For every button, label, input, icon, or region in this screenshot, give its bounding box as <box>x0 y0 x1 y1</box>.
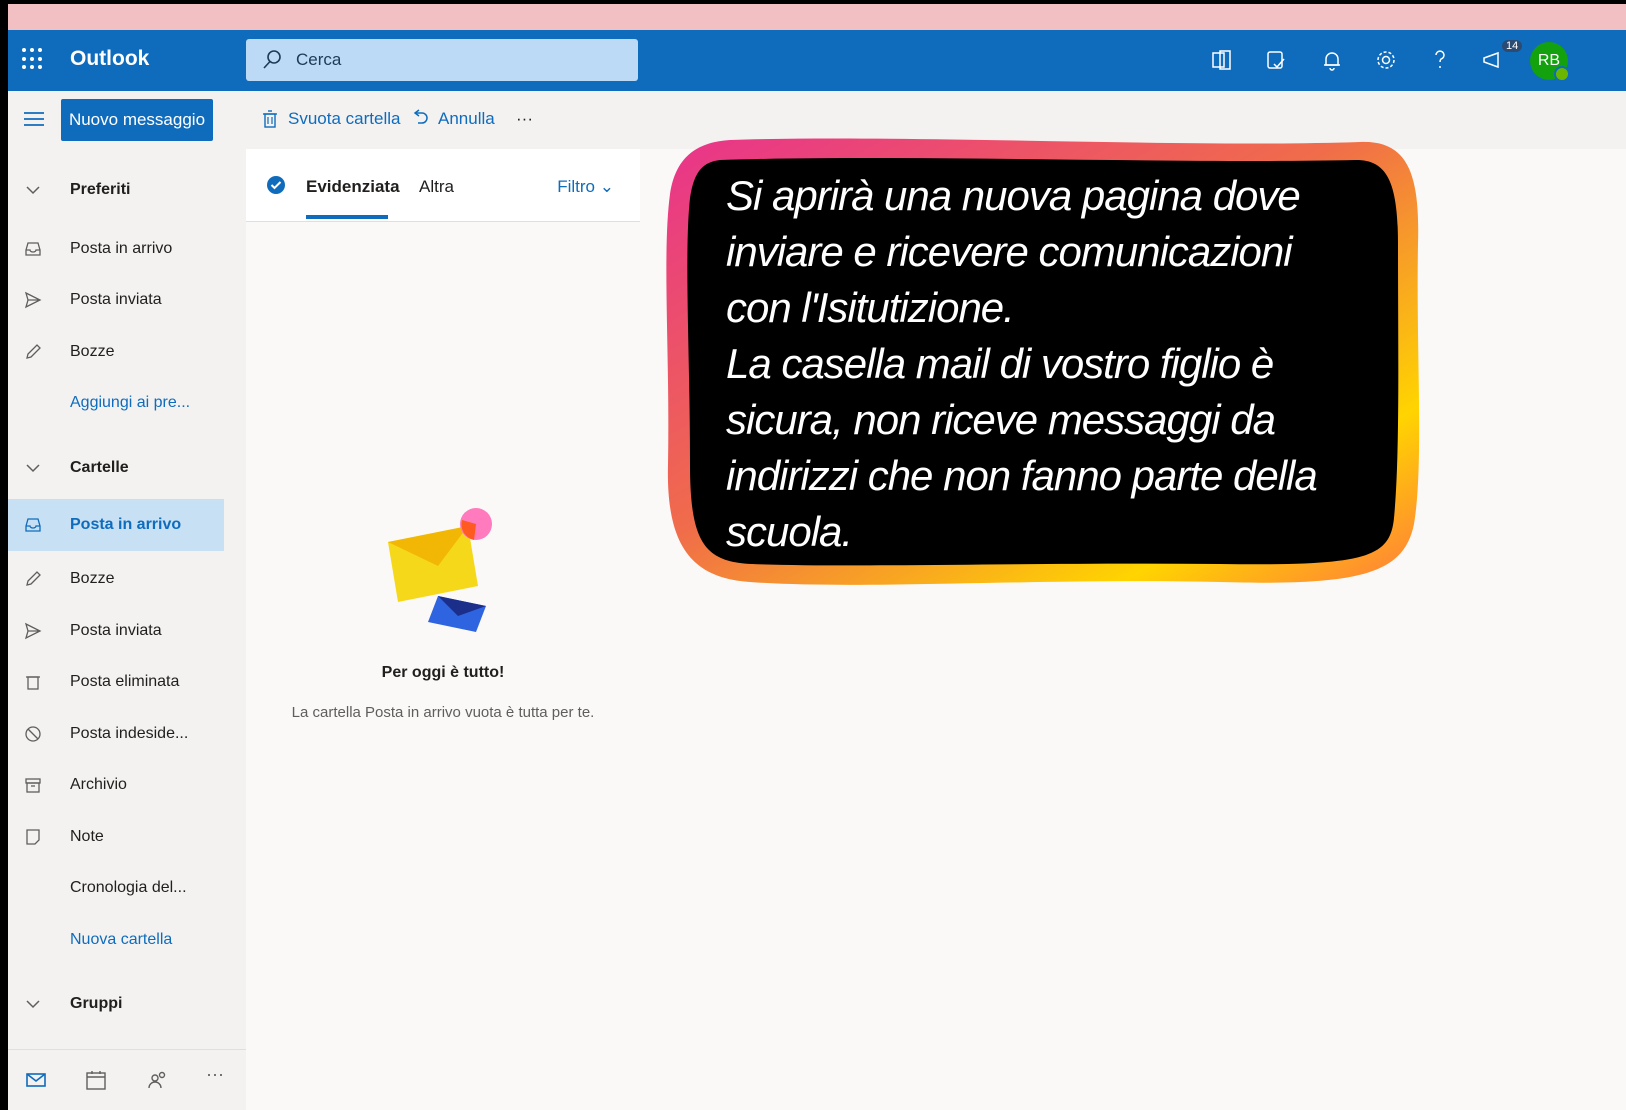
undo-icon <box>413 109 428 124</box>
notification-badge: 14 <box>1502 40 1523 52</box>
trash-icon <box>263 110 277 128</box>
chevron-down-icon: ⌄ <box>599 177 614 196</box>
office-icon[interactable] <box>1208 46 1236 74</box>
folder-item-drafts[interactable]: Bozze <box>8 553 224 605</box>
filter-label: Filtro <box>557 177 596 196</box>
calendar-icon[interactable] <box>84 1068 108 1092</box>
undo-button[interactable]: Annulla <box>410 109 495 129</box>
add-to-favorites-link[interactable]: Aggiungi ai pre... <box>8 377 224 429</box>
favorites-header[interactable]: Preferiti <box>8 164 224 216</box>
inbox-icon <box>25 242 41 256</box>
favorites-item-sent[interactable]: Posta inviata <box>8 274 224 326</box>
new-folder-link[interactable]: Nuova cartella <box>8 914 224 966</box>
pencil-icon <box>26 571 41 586</box>
active-tab-indicator <box>306 215 388 219</box>
hamburger-icon[interactable] <box>24 111 44 127</box>
inbox-icon <box>25 518 41 532</box>
todo-icon[interactable] <box>1262 46 1290 74</box>
message-list-pane: Evidenziata Altra Filtro ⌄ Per oggi è tu… <box>246 149 641 1110</box>
groups-header[interactable]: Gruppi <box>8 978 224 1030</box>
chevron-down-icon <box>26 186 40 195</box>
note-icon <box>26 829 40 845</box>
avatar[interactable]: RB <box>1530 42 1570 82</box>
folder-item-history[interactable]: Cronologia del... <box>8 862 224 914</box>
favorites-item-inbox[interactable]: Posta in arrivo <box>8 223 224 275</box>
more-actions-button[interactable]: ··· <box>516 109 533 129</box>
folder-item-sent[interactable]: Posta inviata <box>8 605 224 657</box>
select-all-check-icon[interactable] <box>266 175 286 195</box>
undo-label: Annulla <box>438 109 495 128</box>
archive-icon <box>25 778 41 793</box>
search-box[interactable]: Cerca <box>246 39 638 81</box>
empty-folder-button[interactable]: Svuota cartella <box>260 109 400 129</box>
empty-state-subtitle: La cartella Posta in arrivo vuota è tutt… <box>291 704 595 721</box>
send-icon <box>24 622 42 640</box>
send-icon <box>24 291 42 309</box>
chevron-down-icon <box>26 464 40 473</box>
folder-sidebar: Preferiti Posta in arrivo Posta inviata … <box>8 149 246 1110</box>
chevron-down-icon <box>26 1000 40 1009</box>
empty-folder-label: Svuota cartella <box>288 109 401 128</box>
search-input[interactable]: Cerca <box>296 50 341 70</box>
block-icon <box>25 726 41 742</box>
tab-focused[interactable]: Evidenziata <box>306 177 400 197</box>
module-switcher: ··· <box>8 1049 246 1110</box>
folder-item-notes[interactable]: Note <box>8 811 224 863</box>
pencil-icon <box>26 344 41 359</box>
new-message-button[interactable]: Nuovo messaggio <box>61 99 213 141</box>
tab-other[interactable]: Altra <box>419 177 454 197</box>
folder-item-inbox[interactable]: Posta in arrivo <box>8 499 224 551</box>
folder-item-junk[interactable]: Posta indeside... <box>8 708 224 760</box>
annotation-callout: Si aprirà una nuova pagina dove inviare … <box>660 134 1423 590</box>
app-launcher-icon[interactable] <box>22 48 44 70</box>
app-brand[interactable]: Outlook <box>70 47 149 71</box>
folder-item-deleted[interactable]: Posta eliminata <box>8 656 224 708</box>
callout-text: Si aprirà una nuova pagina dove inviare … <box>726 172 1318 555</box>
mail-icon[interactable] <box>24 1068 48 1092</box>
gear-icon[interactable] <box>1372 46 1400 74</box>
browser-top-strip <box>8 4 1626 30</box>
bell-icon[interactable] <box>1318 46 1346 74</box>
empty-inbox-illustration <box>388 508 492 632</box>
folders-header[interactable]: Cartelle <box>8 442 224 494</box>
trash-icon <box>26 676 40 690</box>
people-icon[interactable] <box>146 1068 170 1092</box>
favorites-item-drafts[interactable]: Bozze <box>8 326 224 378</box>
top-bar: Outlook Cerca 14 RB <box>8 30 1626 91</box>
more-modules-button[interactable]: ··· <box>206 1064 230 1088</box>
help-icon[interactable] <box>1426 46 1454 74</box>
empty-state-title: Per oggi è tutto! <box>381 664 505 681</box>
folder-item-archive[interactable]: Archivio <box>8 759 224 811</box>
inbox-tabs: Evidenziata Altra Filtro ⌄ <box>246 149 640 222</box>
filter-button[interactable]: Filtro ⌄ <box>557 177 614 197</box>
presence-icon <box>1554 66 1570 82</box>
search-icon <box>263 50 281 69</box>
